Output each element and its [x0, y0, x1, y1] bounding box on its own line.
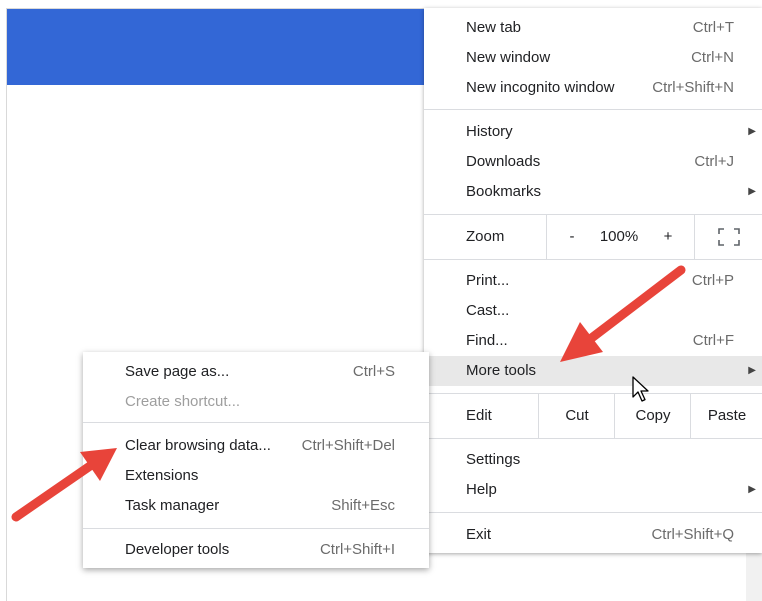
menu-item-label: New tab: [466, 19, 522, 36]
zoom-in-icon: +: [663, 228, 673, 245]
submenu-item-label: Create shortcut...: [125, 393, 241, 410]
submenu-item-shortcut: Ctrl+Shift+I: [319, 541, 395, 558]
menu-item-shortcut: Ctrl+Shift+Q: [651, 526, 734, 543]
menu-item-shortcut: Ctrl+T: [692, 19, 734, 36]
zoom-in-button[interactable]: +: [642, 215, 694, 259]
cut-label: Cut: [565, 407, 589, 424]
menu-item-downloads[interactable]: Downloads Ctrl+J: [424, 147, 762, 177]
paste-label: Paste: [707, 407, 747, 424]
menu-item-label: Print...: [466, 272, 510, 289]
submenu-item-save-page[interactable]: Save page as... Ctrl+S: [83, 357, 429, 387]
menu-item-print[interactable]: Print... Ctrl+P: [424, 266, 762, 296]
menu-item-label: Downloads: [466, 153, 541, 170]
menu-item-shortcut: Ctrl+J: [694, 153, 734, 170]
mouse-pointer-icon: [632, 376, 649, 402]
menu-item-label: New incognito window: [466, 79, 615, 96]
fullscreen-icon: [718, 228, 740, 246]
menu-item-shortcut: Ctrl+F: [692, 332, 734, 349]
paste-button[interactable]: Paste: [690, 394, 762, 438]
menu-item-label: New window: [466, 49, 551, 66]
submenu-item-task-manager[interactable]: Task manager Shift+Esc: [83, 491, 429, 521]
submenu-item-label: Task manager: [125, 497, 220, 514]
submenu-item-shortcut: Ctrl+Shift+Del: [301, 437, 395, 454]
menu-item-new-incognito-window[interactable]: New incognito window Ctrl+Shift+N: [424, 73, 762, 103]
menu-separator: [83, 528, 429, 529]
menu-item-label: Bookmarks: [466, 183, 542, 200]
submenu-item-developer-tools[interactable]: Developer tools Ctrl+Shift+I: [83, 535, 429, 565]
zoom-out-button[interactable]: -: [546, 215, 597, 259]
menu-item-label: More tools: [466, 362, 537, 379]
menu-item-label: Exit: [466, 526, 492, 543]
menu-separator: [424, 438, 762, 439]
menu-row-edit: Edit Cut Copy Paste: [424, 394, 762, 438]
menu-item-new-tab[interactable]: New tab Ctrl+T: [424, 13, 762, 43]
menu-separator: [424, 259, 762, 260]
triangle-right-icon: ▶: [748, 186, 756, 197]
zoom-out-icon: -: [569, 228, 575, 245]
menu-item-label: Find...: [466, 332, 508, 349]
triangle-right-icon: ▶: [748, 126, 756, 137]
submenu-item-shortcut: Ctrl+S: [352, 363, 395, 380]
submenu-item-label: Developer tools: [125, 541, 230, 558]
menu-separator: [424, 109, 762, 110]
zoom-label: Zoom: [466, 228, 505, 245]
submenu-item-extensions[interactable]: Extensions: [83, 461, 429, 491]
submenu-item-label: Clear browsing data...: [125, 437, 271, 454]
menu-separator: [424, 512, 762, 513]
page-header-bar: [7, 9, 426, 85]
cut-button[interactable]: Cut: [538, 394, 615, 438]
edit-label: Edit: [466, 407, 492, 424]
submenu-item-label: Save page as...: [125, 363, 230, 380]
zoom-level: 100%: [596, 215, 642, 259]
triangle-right-icon: ▶: [748, 484, 756, 495]
menu-item-label: Cast...: [466, 302, 510, 319]
menu-item-label: Settings: [466, 451, 521, 468]
fullscreen-button[interactable]: [694, 215, 762, 259]
menu-item-bookmarks[interactable]: Bookmarks ▶: [424, 177, 762, 207]
copy-label: Copy: [635, 407, 671, 424]
menu-item-settings[interactable]: Settings: [424, 445, 762, 475]
submenu-item-create-shortcut: Create shortcut...: [83, 387, 429, 417]
menu-item-shortcut: Ctrl+P: [691, 272, 734, 289]
menu-item-new-window[interactable]: New window Ctrl+N: [424, 43, 762, 73]
menu-item-help[interactable]: Help ▶: [424, 475, 762, 505]
menu-item-history[interactable]: History ▶: [424, 117, 762, 147]
submenu-item-label: Extensions: [125, 467, 199, 484]
menu-item-exit[interactable]: Exit Ctrl+Shift+Q: [424, 520, 762, 550]
menu-item-find[interactable]: Find... Ctrl+F: [424, 326, 762, 356]
chrome-main-menu: New tab Ctrl+T New window Ctrl+N New inc…: [424, 8, 762, 553]
triangle-right-icon: ▶: [748, 365, 756, 376]
menu-item-label: History: [466, 123, 513, 140]
menu-item-shortcut: Ctrl+N: [691, 49, 734, 66]
zoom-level-value: 100%: [599, 228, 639, 245]
menu-separator: [83, 422, 429, 423]
menu-item-shortcut: Ctrl+Shift+N: [652, 79, 734, 96]
menu-row-zoom: Zoom - 100% +: [424, 215, 762, 259]
more-tools-submenu: Save page as... Ctrl+S Create shortcut..…: [83, 352, 429, 568]
submenu-item-clear-browsing-data[interactable]: Clear browsing data... Ctrl+Shift+Del: [83, 431, 429, 461]
menu-item-cast[interactable]: Cast...: [424, 296, 762, 326]
menu-item-label: Help: [466, 481, 497, 498]
copy-button[interactable]: Copy: [614, 394, 691, 438]
menu-item-more-tools[interactable]: More tools ▶: [424, 356, 762, 386]
submenu-item-shortcut: Shift+Esc: [331, 497, 395, 514]
